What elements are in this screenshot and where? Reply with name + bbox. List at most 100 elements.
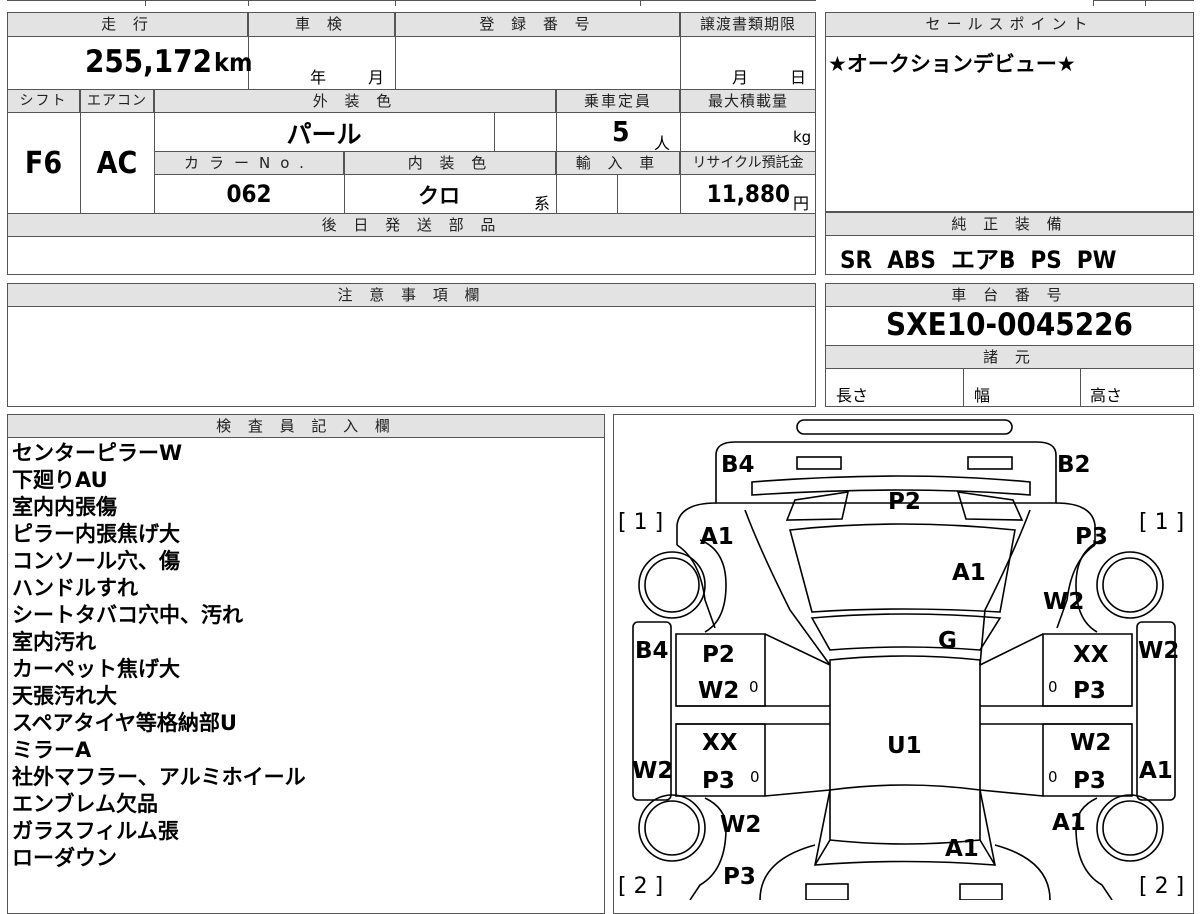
caution-header: 注 意 事 項 欄 [7, 283, 816, 307]
dmg-w2-right-front-door: W2 [1070, 730, 1112, 756]
capacity-value: 5 [612, 115, 630, 148]
dmg-a1-left-rear: A1 [700, 524, 734, 550]
dmg-a1-hood: A1 [945, 836, 979, 862]
dmg-b2-rear: B2 [1057, 452, 1091, 478]
dmg-b4-side: B4 [635, 638, 669, 664]
dmg-a1-roof: A1 [952, 560, 986, 586]
spec-length-label: 長さ [836, 386, 869, 405]
max-load-unit: kg [793, 128, 812, 146]
dmg-w2-left-side: W2 [632, 758, 674, 784]
front-right-wheel [1096, 794, 1164, 862]
inspector-note-item: コンソール穴、傷 [12, 549, 180, 573]
recycle-header: リサイクル預託金 [680, 151, 816, 175]
registration-header: 登 録 番 号 [395, 12, 680, 37]
rear-left-wheel [638, 551, 706, 619]
equipment-value: SR ABS エアB PS PW [840, 246, 1117, 274]
mileage-unit: km [214, 48, 253, 77]
inspector-note-item: 室内内張傷 [12, 495, 117, 519]
color-no-value: 062 [226, 180, 272, 208]
recycle-value: 11,880 [706, 180, 790, 208]
mileage-value: 255,172 [84, 44, 212, 80]
inspector-note-item: ピラー内張焦げ大 [12, 522, 180, 546]
capacity-header: 乗車定員 [556, 89, 680, 113]
interior-color-header: 内 装 色 [344, 151, 556, 175]
roof [810, 613, 1002, 651]
spec-height-label: 高さ [1090, 386, 1123, 405]
inspector-note-item: エンブレム欠品 [12, 792, 158, 816]
inspector-note-item: シートタバコ穴中、汚れ [12, 603, 243, 627]
import-header: 輸 入 車 [556, 151, 680, 175]
dmg-p3-right-front-door: P3 [1073, 768, 1106, 794]
dmg-u1-underbody: U1 [887, 733, 922, 759]
dmg-w2-left-front: W2 [720, 812, 762, 838]
shaken-month-label: 月 [368, 68, 385, 87]
zero-mark-2: 0 [1048, 678, 1058, 696]
chassis-header: 車 台 番 号 [825, 283, 1194, 307]
deadline-day-label: 日 [790, 68, 807, 87]
rear-right-wheel [1096, 551, 1164, 619]
mileage-header: 走 行 [7, 12, 248, 37]
deadline-month-label: 月 [732, 68, 749, 87]
shaken-header: 車 検 [248, 12, 395, 37]
inspector-note-item: スペアタイヤ等格納部U [12, 711, 237, 735]
dmg-p3-right-rear: P3 [1075, 524, 1108, 550]
aircon-header: エアコン [80, 89, 154, 113]
dmg-xx-right-rear-door: XX [1073, 642, 1109, 668]
dmg-w2-right-rear: W2 [1043, 589, 1085, 615]
max-load-header: 最大積載量 [680, 89, 816, 113]
sales-point-box [825, 12, 1194, 212]
dmg-g-glass: G [938, 628, 957, 654]
bracket-1-right: [ 1 ] [1139, 510, 1185, 535]
inspector-note-item: 室内汚れ [12, 630, 96, 654]
bracket-2-left: [ 2 ] [618, 874, 664, 899]
dmg-xx-left-front-door: XX [702, 730, 738, 756]
inspector-note-item: カーペット焦げ大 [12, 657, 180, 681]
interior-suffix: 系 [534, 194, 551, 213]
inspector-note-item: ローダウン [12, 846, 117, 870]
inspector-header: 検 査 員 記 入 欄 [7, 414, 605, 438]
color-no-header: カラーNo. [154, 151, 344, 175]
shaken-year-label: 年 [310, 68, 327, 87]
inspector-note-item: 下廻りAU [12, 468, 108, 492]
bracket-1-left: [ 1 ] [618, 510, 664, 535]
dmg-p2-rear-glass: P2 [888, 489, 921, 515]
dmg-w2-right-side: W2 [1138, 638, 1180, 664]
dmg-p3-left-front-door: P3 [702, 768, 735, 794]
dmg-w2-left-rear-door: W2 [698, 678, 740, 704]
transfer-deadline-header: 譲渡書類期限 [680, 12, 816, 37]
spec-width-label: 幅 [974, 386, 991, 405]
inspector-note-item: ガラスフィルム張 [12, 819, 179, 843]
inspector-note-item: 天張汚れ大 [12, 684, 117, 708]
shift-header: シフト [7, 89, 80, 113]
zero-mark-1: 0 [749, 678, 759, 696]
exterior-color-header: 外 装 色 [154, 89, 556, 113]
dmg-p3-right-rear-door: P3 [1073, 678, 1106, 704]
aircon-value: AC [96, 146, 138, 181]
dmg-a1-right-front: A1 [1052, 810, 1086, 836]
hood [759, 844, 1051, 900]
later-parts-header: 後 日 発 送 部 品 [7, 213, 816, 237]
specs-header: 諸 元 [825, 345, 1194, 369]
shift-value: F6 [24, 146, 63, 181]
rear-bumper [796, 419, 1013, 435]
sales-point-text: ★オークションデビュー★ [828, 52, 1076, 76]
dmg-p3-front: P3 [723, 864, 756, 890]
inspector-note-item: ハンドルすれ [12, 576, 138, 600]
exterior-color-value: パール [286, 120, 362, 149]
zero-mark-4: 0 [1048, 768, 1058, 786]
inspector-note-item: センターピラーW [12, 441, 183, 465]
dmg-p2-left-rear-door: P2 [702, 642, 735, 668]
dmg-a1-right-side: A1 [1139, 758, 1173, 784]
sales-point-header: セールスポイント [825, 12, 1194, 37]
chassis-number: SXE10-0045226 [886, 307, 1133, 343]
recycle-unit: 円 [793, 194, 810, 213]
front-left-wheel [638, 794, 706, 862]
equipment-header: 純 正 装 備 [825, 212, 1194, 236]
dmg-b4-rear: B4 [721, 452, 755, 478]
inspector-note-item: 社外マフラー、アルミホイール [12, 765, 306, 789]
inspector-note-item: ミラーA [12, 738, 92, 762]
bracket-2-right: [ 2 ] [1139, 874, 1185, 899]
inspector-notes-list: センターピラーW 下廻りAU 室内内張傷ピラー内張焦げ大 コンソール穴、傷 ハンドルすれ… [12, 440, 602, 872]
interior-color-value: クロ [418, 184, 460, 208]
zero-mark-3: 0 [750, 768, 760, 786]
